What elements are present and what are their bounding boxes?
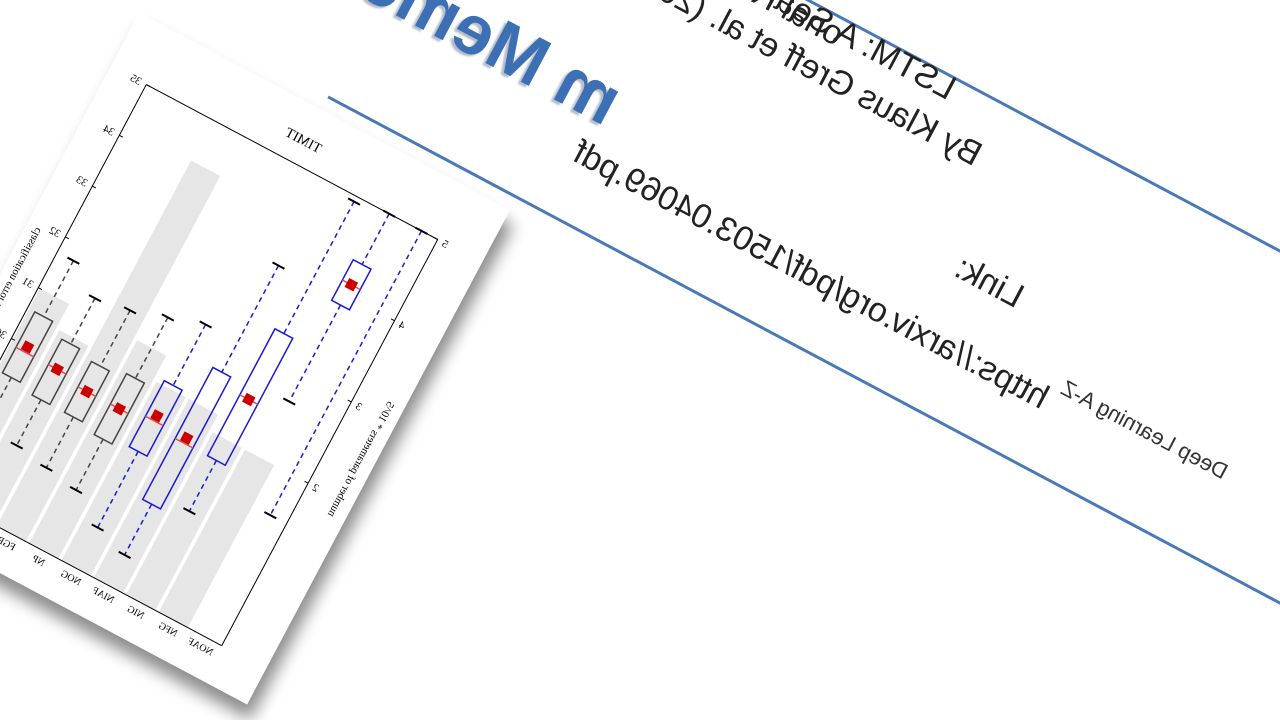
right-tick-label: 34 — [101, 123, 117, 139]
whisker-cap-upper — [199, 320, 213, 329]
chart-card: TIMIT2728293031323334352345number of par… — [0, 12, 510, 705]
whisker-lower — [288, 304, 342, 402]
whisker-upper — [70, 297, 96, 345]
whisker-cap-upper — [161, 313, 175, 322]
slide: m Memory onal Reading: LSTM: A Search Sp… — [0, 0, 1280, 720]
mean-marker — [344, 277, 359, 292]
left-axis-label: number of parameters * 10^5 — [325, 399, 396, 519]
category-label: FGR — [0, 534, 17, 553]
category-label: NP — [30, 553, 47, 569]
link-label: Link: — [948, 248, 1030, 316]
category-label: NFG — [156, 620, 179, 639]
whisker-cap-lower — [282, 397, 296, 406]
right-tick-label: 35 — [128, 72, 144, 88]
right-tick-label: 30 — [0, 326, 8, 342]
left-tick — [347, 399, 352, 403]
left-tick-label: 5 — [439, 238, 450, 251]
whisker-cap-upper — [382, 209, 396, 218]
slide-stage: m Memory onal Reading: LSTM: A Search Sp… — [0, 0, 1280, 720]
left-tick — [304, 480, 309, 484]
right-tick-label: 33 — [74, 173, 90, 189]
right-tick-label: 31 — [20, 275, 35, 291]
left-tick — [390, 318, 395, 322]
left-tick-label: 4 — [396, 319, 407, 332]
right-tick — [119, 134, 124, 138]
category-label: NIAF — [90, 585, 116, 606]
right-tick-label: 32 — [47, 224, 62, 240]
chart-title: TIMIT — [282, 125, 324, 157]
whisker-cap-lower — [263, 511, 277, 520]
whisker-upper — [172, 324, 207, 386]
left-tick — [433, 237, 438, 240]
right-tick — [146, 84, 151, 87]
category-label: NOG — [58, 568, 82, 588]
whisker-cap-upper — [272, 261, 285, 270]
right-tick — [65, 236, 70, 240]
boxplot-chart: TIMIT2728293031323334352345number of par… — [0, 72, 450, 658]
whisker-cap-upper — [415, 226, 428, 235]
right-tick — [92, 185, 97, 189]
category-label: NIG — [125, 604, 146, 622]
left-tick-label: 3 — [353, 400, 364, 413]
mean-marker — [242, 392, 256, 407]
whisker-upper — [283, 201, 355, 334]
footer-text: Deep Learning A-Z — [1057, 375, 1232, 485]
left-tick-label: 2 — [310, 482, 320, 495]
whisker-cap-upper — [88, 294, 102, 303]
whisker-upper — [221, 265, 280, 373]
whisker-upper — [361, 213, 390, 265]
whisker-cap-upper — [347, 197, 361, 206]
whisker-cap-upper — [67, 256, 80, 265]
left-axis — [221, 239, 439, 646]
